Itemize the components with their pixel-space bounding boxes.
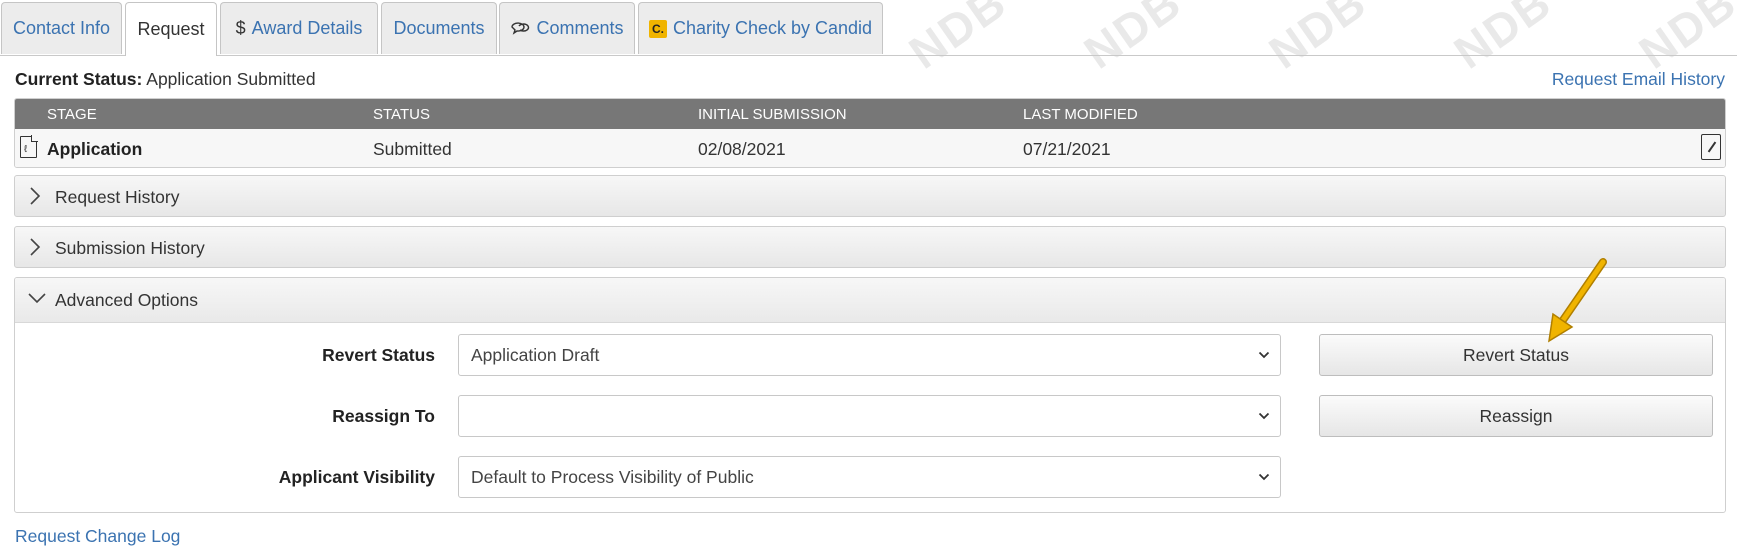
tab-comments[interactable]: Comments — [499, 2, 635, 54]
stage-status: Submitted — [373, 139, 452, 159]
tab-label: Request — [137, 19, 205, 39]
advanced-options-header[interactable]: Advanced Options — [15, 278, 1725, 323]
current-status-label: Current Status: — [15, 69, 143, 89]
comments-icon — [510, 21, 530, 37]
initial-submission-date: 02/08/2021 — [698, 139, 786, 159]
chevron-right-icon — [29, 186, 41, 211]
stage-name: Application — [47, 139, 143, 159]
request-email-history-link[interactable]: Request Email History — [1552, 69, 1725, 90]
dollar-icon: $ — [235, 18, 246, 38]
tab-label: Award Details — [251, 18, 363, 38]
tab-documents[interactable]: Documents — [381, 2, 497, 54]
column-header-initial-submission: INITIAL SUBMISSION — [698, 106, 847, 123]
chevron-down-icon — [1258, 469, 1270, 485]
panel-title: Request History — [55, 187, 180, 207]
applicant-visibility-select[interactable]: Default to Process Visibility of Public — [458, 456, 1281, 498]
table-row: ℓ Application Submitted 02/08/2021 07/21… — [15, 129, 1725, 167]
chevron-down-icon — [1258, 408, 1270, 424]
current-status-value: Application Submitted — [146, 69, 316, 89]
chevron-right-icon — [29, 237, 41, 262]
tab-award-details[interactable]: $ Award Details — [220, 2, 378, 54]
reassign-to-select[interactable] — [458, 395, 1281, 437]
chevron-down-icon — [1258, 347, 1270, 363]
panel-title: Submission History — [55, 238, 205, 258]
reassign-to-label: Reassign To — [332, 406, 435, 426]
tab-request[interactable]: Request — [125, 2, 217, 56]
current-status: Current Status: Application Submitted — [15, 69, 316, 90]
tab-bar: Contact Info Request $ Award Details Doc… — [0, 0, 1737, 56]
applicant-visibility-value: Default to Process Visibility of Public — [471, 467, 754, 487]
stage-table: STAGE STATUS INITIAL SUBMISSION LAST MOD… — [14, 98, 1726, 168]
submission-history-panel[interactable]: Submission History — [14, 226, 1726, 268]
revert-status-value: Application Draft — [471, 345, 600, 365]
column-header-status: STATUS — [373, 106, 430, 123]
pdf-icon[interactable]: ℓ — [20, 135, 38, 158]
tab-label: Documents — [393, 18, 485, 38]
chevron-down-icon — [27, 289, 47, 310]
last-modified-date: 07/21/2021 — [1023, 139, 1111, 159]
advanced-options-panel: Advanced Options Revert Status Applicati… — [14, 277, 1726, 513]
tab-contact-info[interactable]: Contact Info — [1, 2, 122, 54]
candid-icon: C. — [648, 19, 667, 38]
revert-status-button[interactable]: Revert Status — [1319, 334, 1713, 376]
tab-label: Comments — [536, 18, 624, 38]
request-change-log-link[interactable]: Request Change Log — [15, 526, 180, 547]
tab-label: Contact Info — [12, 18, 111, 38]
column-header-last-modified: LAST MODIFIED — [1023, 106, 1138, 123]
revert-status-label: Revert Status — [322, 345, 435, 365]
reassign-button[interactable]: Reassign — [1319, 395, 1713, 437]
revert-status-select[interactable]: Application Draft — [458, 334, 1281, 376]
column-header-stage: STAGE — [47, 106, 97, 123]
stage-table-header: STAGE STATUS INITIAL SUBMISSION LAST MOD… — [15, 99, 1725, 129]
tab-label: Charity Check by Candid — [672, 18, 873, 38]
request-history-panel[interactable]: Request History — [14, 175, 1726, 217]
panel-title: Advanced Options — [55, 290, 199, 310]
tab-charity-check[interactable]: C. Charity Check by Candid — [638, 2, 883, 54]
edit-icon[interactable] — [1701, 134, 1721, 160]
applicant-visibility-label: Applicant Visibility — [278, 467, 435, 487]
